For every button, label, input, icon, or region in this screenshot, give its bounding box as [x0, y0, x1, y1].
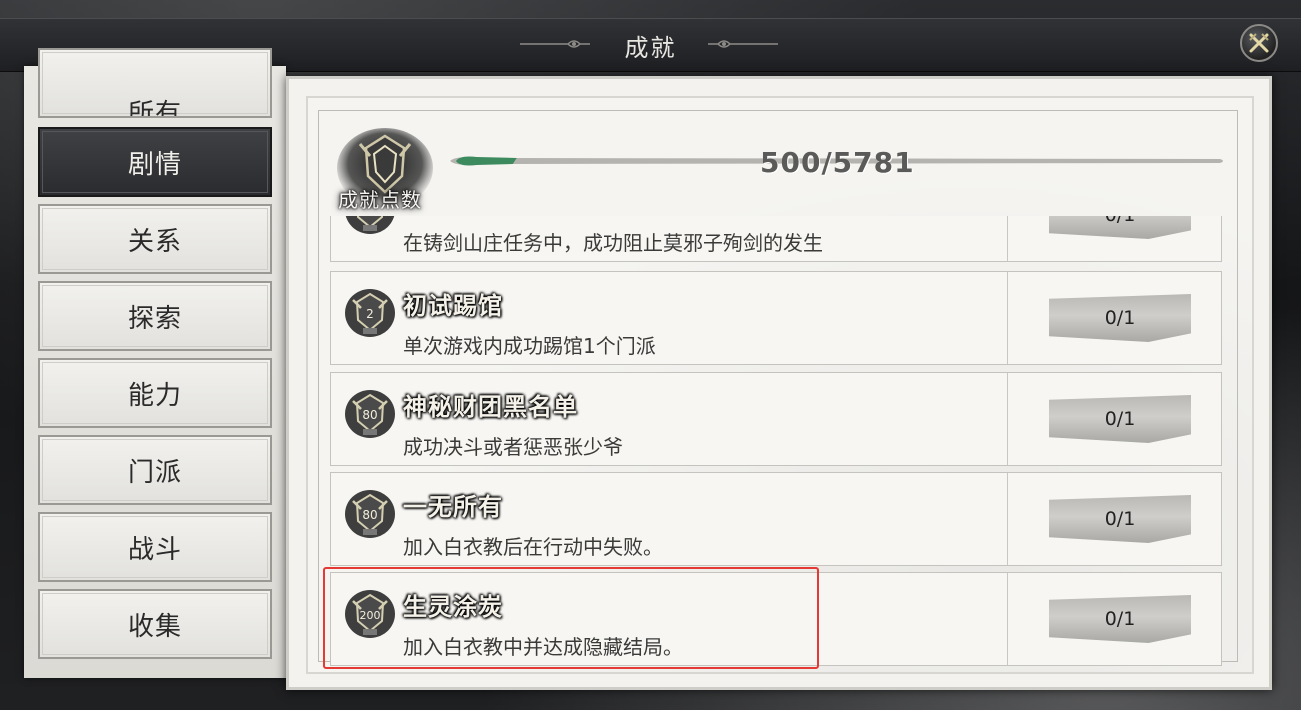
achievement-badge-icon: 80: [345, 490, 395, 538]
achievement-badge-icon: 200: [345, 590, 395, 638]
achievement-description: 在铸剑山庄任务中，成功阻止莫邪子殉剑的发生: [403, 231, 823, 255]
achievement-badge-icon: [345, 216, 395, 234]
achievement-title: 生灵涂炭: [403, 593, 503, 621]
achievement-points-label: 成就点数: [338, 188, 422, 212]
sidebar-item-relations[interactable]: 关系: [38, 204, 272, 274]
close-button[interactable]: [1240, 24, 1278, 62]
achievement-description: 单次游戏内成功踢馆1个门派: [403, 334, 656, 358]
crossed-swords-icon: [1249, 33, 1269, 53]
sidebar-item-story[interactable]: 剧情: [38, 127, 272, 197]
sidebar-item-all[interactable]: 所有: [38, 48, 272, 118]
achievement-row[interactable]: 80 神秘财团黑名单 成功决斗或者惩恶张少爷 0/1: [330, 372, 1222, 466]
achievement-badge-icon: 80: [345, 390, 395, 438]
sidebar-item-explore[interactable]: 探索: [38, 281, 272, 351]
achievement-row[interactable]: 200 生灵涂炭 加入白衣教中并达成隐藏结局。 0/1: [330, 572, 1222, 666]
achievement-points-progress-text: 500/5781: [760, 146, 915, 179]
sidebar-item-sect[interactable]: 门派: [38, 435, 272, 505]
sidebar-item-combat[interactable]: 战斗: [38, 512, 272, 582]
achievement-row[interactable]: 2 初试踢馆 单次游戏内成功踢馆1个门派 0/1: [330, 271, 1222, 365]
sidebar-item-ability[interactable]: 能力: [38, 358, 272, 428]
achievement-title: 一无所有: [403, 493, 503, 521]
achievement-badge-icon: 2: [345, 289, 395, 337]
achievement-progress: 0/1: [1049, 395, 1191, 443]
title-ornament-right-icon: [708, 40, 778, 48]
achievement-progress: 0/1: [1049, 216, 1191, 239]
svg-text:200: 200: [360, 609, 381, 622]
achievement-description: 加入白衣教后在行动中失败。: [403, 535, 663, 559]
achievement-description: 成功决斗或者惩恶张少爷: [403, 435, 623, 459]
achievement-description: 加入白衣教中并达成隐藏结局。: [403, 635, 683, 659]
achievement-title: 神秘财团黑名单: [403, 393, 578, 421]
svg-text:80: 80: [362, 408, 377, 422]
achievement-row[interactable]: 80 一无所有 加入白衣教后在行动中失败。 0/1: [330, 472, 1222, 566]
achievement-progress: 0/1: [1049, 294, 1191, 342]
achievement-progress: 0/1: [1049, 595, 1191, 643]
svg-text:2: 2: [366, 307, 374, 321]
achievement-row[interactable]: 在铸剑山庄任务中，成功阻止莫邪子殉剑的发生 0/1: [330, 216, 1222, 262]
svg-text:80: 80: [362, 508, 377, 522]
achievement-list: 在铸剑山庄任务中，成功阻止莫邪子殉剑的发生 0/1 2 初试踢馆 单次游戏内成功…: [330, 216, 1222, 668]
sidebar-item-collection[interactable]: 收集: [38, 589, 272, 659]
achievement-progress: 0/1: [1049, 495, 1191, 543]
achievement-title: 初试踢馆: [403, 292, 503, 320]
